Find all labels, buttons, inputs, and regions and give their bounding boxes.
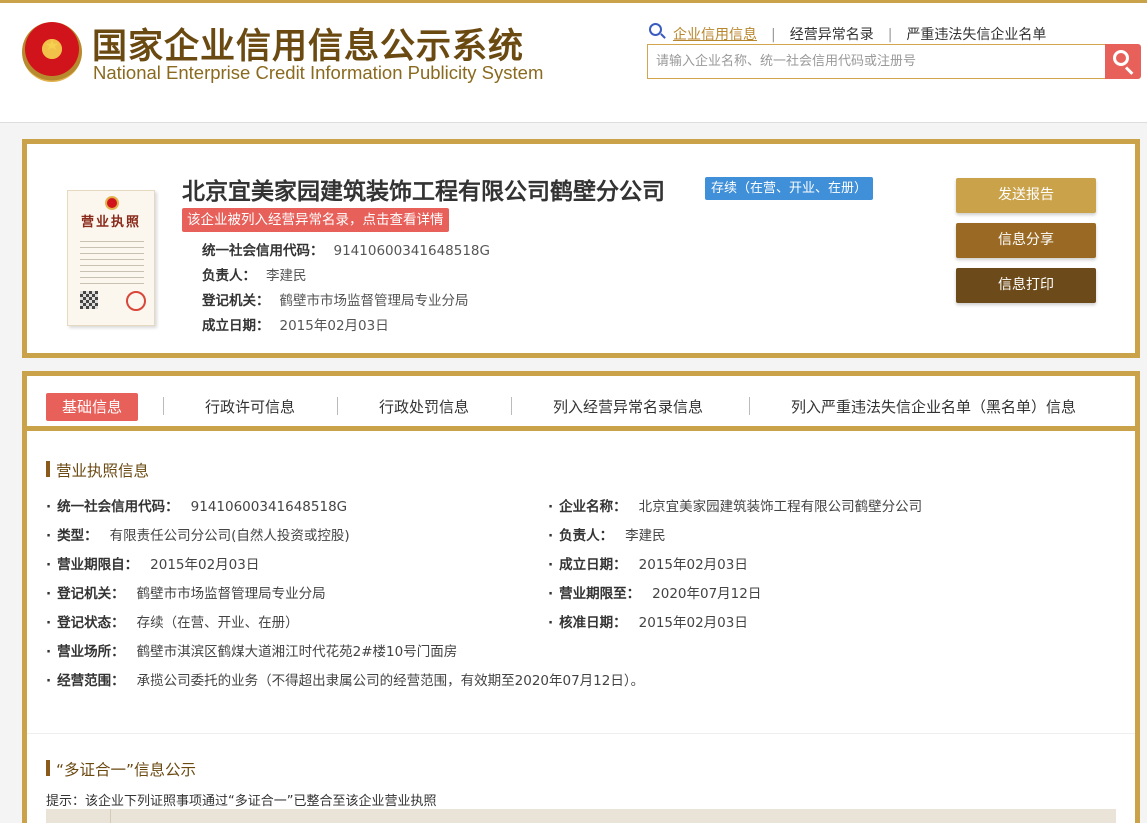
license-section-title: 营业执照信息: [46, 459, 149, 481]
send-report-button[interactable]: 发送报告: [956, 178, 1096, 213]
summary-registration-authority: 登记机关： 鹤壁市市场监督管理局专业分局: [202, 293, 469, 309]
summary-person-in-charge: 负责人： 李建民: [202, 268, 307, 284]
field-approval-date: · 核准日期： 2015年02月03日: [548, 615, 748, 631]
share-info-button[interactable]: 信息分享: [956, 223, 1096, 258]
search-input[interactable]: [648, 45, 1105, 78]
tab-blacklist[interactable]: 列入严重违法失信企业名单（黑名单）信息: [791, 393, 1076, 421]
print-info-button[interactable]: 信息打印: [956, 268, 1096, 303]
summary-credit-code: 统一社会信用代码： 91410600341648518G: [202, 243, 490, 259]
field-term-end: · 营业期限至： 2020年07月12日: [548, 586, 762, 602]
top-nav: 企业信用信息 | 经营异常名录 | 严重违法失信企业名单: [673, 27, 1047, 43]
magnifier-icon: [1113, 50, 1129, 66]
search-button[interactable]: [1105, 44, 1141, 79]
nav-abnormal-list[interactable]: 经营异常名录: [790, 27, 874, 43]
field-credit-code: · 统一社会信用代码： 91410600341648518G: [46, 499, 348, 515]
multi-cert-hint: 提示：该企业下列证照事项通过“多证合一”已整合至该企业营业执照: [46, 794, 437, 809]
nav-blacklist[interactable]: 严重违法失信企业名单: [906, 27, 1046, 43]
field-established-date: · 成立日期： 2015年02月03日: [548, 557, 748, 573]
abnormal-list-alert[interactable]: 该企业被列入经营异常名录，点击查看详情: [182, 208, 449, 232]
national-emblem-icon: [22, 22, 82, 82]
field-business-address: · 营业场所： 鹤壁市淇滨区鹤煤大道湘江时代花苑2#楼10号门面房: [46, 644, 458, 660]
field-type: · 类型： 有限责任公司分公司(自然人投资或控股): [46, 528, 350, 544]
company-name: 北京宜美家园建筑装饰工程有限公司鹤壁分公司: [182, 179, 665, 205]
tab-admin-license[interactable]: 行政许可信息: [205, 393, 295, 421]
search-box: [647, 44, 1106, 79]
tab-basic-info[interactable]: 基础信息: [46, 393, 139, 421]
search-icon: [649, 23, 662, 36]
field-registration-authority: · 登记机关： 鹤壁市市场监督管理局专业分局: [46, 586, 326, 602]
tab-admin-penalty[interactable]: 行政处罚信息: [379, 393, 469, 421]
field-company-name: · 企业名称： 北京宜美家园建筑装饰工程有限公司鹤壁分公司: [548, 499, 923, 515]
qr-code-icon: [80, 291, 98, 309]
field-registration-status: · 登记状态： 存续（在营、开业、在册）: [46, 615, 299, 631]
field-person-in-charge: · 负责人： 李建民: [548, 528, 666, 544]
site-title-en: National Enterprise Credit Information P…: [93, 62, 544, 83]
license-title: 营业执照: [80, 215, 141, 230]
summary-established-date: 成立日期： 2015年02月03日: [202, 318, 389, 334]
business-license-image: 营业执照: [67, 190, 155, 326]
multi-cert-section-title: “多证合一”信息公示: [46, 758, 196, 780]
field-term-start: · 营业期限自： 2015年02月03日: [46, 557, 260, 573]
status-badge: 存续（在营、开业、在册）: [705, 177, 874, 200]
seal-icon: [126, 291, 146, 311]
tab-abnormal-list[interactable]: 列入经营异常名录信息: [553, 393, 703, 421]
field-business-scope: · 经营范围： 承揽公司委托的业务（不得超出隶属公司的经营范围，有效期至2020年0…: [46, 673, 645, 689]
nav-credit-info[interactable]: 企业信用信息: [673, 27, 757, 43]
multi-cert-table-header: [46, 809, 1116, 823]
license-emblem-icon: [105, 196, 119, 210]
